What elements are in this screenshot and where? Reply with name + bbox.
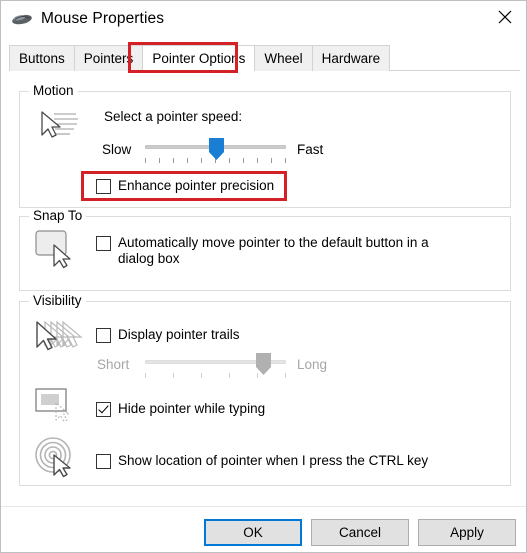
display-trails-checkbox[interactable] — [96, 328, 111, 343]
default-button-icon — [34, 229, 82, 274]
tabstrip-filler — [389, 70, 520, 71]
ok-button[interactable]: OK — [204, 519, 302, 546]
enhance-precision-checkbox[interactable] — [96, 179, 111, 194]
locate-pointer-row[interactable]: Show location of pointer when I press th… — [96, 453, 436, 469]
trails-slider-thumb[interactable] — [255, 352, 272, 376]
speed-slider-thumb[interactable] — [208, 137, 225, 161]
tab-hardware[interactable]: Hardware — [311, 45, 391, 71]
tab-wheel[interactable]: Wheel — [254, 45, 313, 71]
enhance-precision-row[interactable]: Enhance pointer precision — [96, 178, 296, 194]
trails-slider-min-label: Short — [97, 357, 130, 372]
snap-to-default-row[interactable]: Automatically move pointer to the defaul… — [96, 235, 464, 267]
tabstrip: Buttons Pointers Pointer Options Wheel H… — [9, 45, 520, 71]
hide-pointer-icon — [34, 387, 82, 432]
title-bar: Mouse Properties — [1, 1, 526, 37]
cancel-button[interactable]: Cancel — [311, 519, 409, 546]
pointer-speed-slider[interactable] — [145, 137, 286, 164]
snap-to-group-label: Snap To — [29, 208, 87, 223]
close-icon[interactable] — [482, 1, 526, 32]
pointer-speed-prompt: Select a pointer speed: — [104, 109, 243, 124]
locate-pointer-checkbox[interactable] — [96, 454, 111, 469]
speed-slider-max-label: Fast — [297, 142, 324, 157]
window-title: Mouse Properties — [41, 10, 165, 27]
speed-slider-min-label: Slow — [102, 142, 132, 157]
apply-button[interactable]: Apply — [418, 519, 516, 546]
pointer-trails-slider[interactable] — [145, 352, 286, 379]
hide-pointer-checkbox[interactable] — [96, 402, 111, 417]
footer-separator — [1, 506, 526, 507]
locate-pointer-label: Show location of pointer when I press th… — [118, 453, 429, 468]
tab-pointers[interactable]: Pointers — [73, 45, 144, 71]
mouse-properties-dialog: Mouse Properties Buttons Pointers Pointe… — [0, 0, 527, 553]
motion-group-label: Motion — [29, 83, 78, 98]
tab-pointer-options[interactable]: Pointer Options — [142, 45, 256, 71]
trails-slider-max-label: Long — [297, 357, 328, 372]
snap-to-default-label: Automatically move pointer to the defaul… — [118, 235, 429, 266]
hide-pointer-label: Hide pointer while typing — [118, 401, 266, 416]
display-trails-label: Display pointer trails — [118, 327, 240, 342]
enhance-precision-label: Enhance pointer precision — [118, 178, 275, 193]
visibility-group-label: Visibility — [29, 293, 86, 308]
pointer-trails-icon — [32, 319, 84, 362]
hide-pointer-row[interactable]: Hide pointer while typing — [96, 401, 326, 417]
tab-buttons[interactable]: Buttons — [9, 45, 75, 71]
snap-to-default-checkbox[interactable] — [96, 236, 111, 251]
locate-pointer-icon — [34, 436, 82, 483]
pointer-speed-icon — [34, 108, 82, 147]
display-trails-row[interactable]: Display pointer trails — [96, 327, 296, 343]
mouse-icon — [11, 11, 33, 27]
